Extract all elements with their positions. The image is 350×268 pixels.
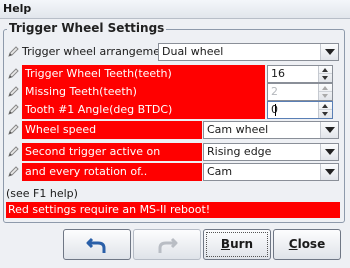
field-row-trigger-wheel-teeth: Trigger Wheel Teeth(teeth) 16 — [6, 65, 340, 83]
wheel-speed-select[interactable]: Cam wheel — [203, 121, 339, 139]
undo-button[interactable] — [63, 229, 131, 260]
chevron-down-icon[interactable] — [320, 44, 338, 60]
field-row-trigger-wheel-arrangement: Trigger wheel arrangement Dual wheel — [6, 43, 340, 61]
pencil-icon — [8, 124, 19, 135]
pencil-icon — [8, 86, 19, 97]
increment-arrow-icon[interactable] — [319, 102, 332, 110]
field-row-every-rotation-of: and every rotation of.. Cam — [6, 163, 340, 181]
field-row-tooth-1-angle: Tooth #1 Angle(deg BTDC) 0 — [6, 101, 340, 119]
field-label: Second trigger active on — [22, 143, 202, 161]
field-label: Trigger Wheel Teeth(teeth) — [22, 65, 265, 83]
field-label: Trigger wheel arrangement — [22, 45, 172, 58]
decrement-arrow-icon[interactable] — [319, 110, 332, 118]
help-hint: (see F1 help) — [6, 187, 78, 200]
reboot-warning: Red settings require an MS-II reboot! — [6, 202, 340, 218]
every-rotation-of-select[interactable]: Cam — [203, 163, 339, 181]
field-label: and every rotation of.. — [22, 163, 202, 181]
close-mnemonic: C — [288, 237, 298, 251]
decrement-arrow-icon[interactable] — [319, 74, 332, 82]
missing-teeth-spinner: 2 — [267, 83, 333, 101]
increment-arrow-icon — [319, 84, 332, 92]
pencil-icon — [8, 46, 19, 57]
field-row-missing-teeth: Missing Teeth(teeth) 2 — [6, 83, 340, 101]
pencil-icon — [8, 146, 19, 157]
select-value: Cam wheel — [207, 123, 269, 136]
field-label: Missing Teeth(teeth) — [22, 83, 265, 101]
select-value: Dual wheel — [162, 45, 224, 58]
spinner-buttons — [318, 102, 332, 118]
spinner-value[interactable]: 16 — [271, 66, 285, 82]
trigger-wheel-arrangement-select[interactable]: Dual wheel — [158, 43, 339, 61]
increment-arrow-icon[interactable] — [319, 66, 332, 74]
burn-label-rest: urn — [230, 237, 254, 251]
menu-help[interactable]: Help — [3, 2, 31, 15]
undo-arrow-icon — [86, 237, 106, 253]
spinner-value: 2 — [271, 85, 278, 98]
burn-button[interactable]: Burn — [203, 229, 271, 260]
select-value: Rising edge — [207, 145, 272, 158]
burn-mnemonic: B — [220, 237, 231, 251]
field-row-wheel-speed: Wheel speed Cam wheel — [6, 121, 340, 139]
pencil-icon — [8, 166, 19, 177]
trigger-wheel-teeth-spinner[interactable]: 16 — [267, 65, 333, 83]
redo-button — [133, 229, 201, 260]
field-row-second-trigger-active-on: Second trigger active on Rising edge — [6, 143, 340, 161]
field-label: Wheel speed — [22, 121, 202, 139]
close-button[interactable]: Close — [273, 229, 341, 260]
select-value: Cam — [207, 165, 233, 178]
chevron-down-icon[interactable] — [320, 122, 338, 138]
close-label-rest: lose — [297, 237, 326, 251]
spinner-buttons — [318, 84, 332, 100]
redo-arrow-icon — [158, 237, 178, 253]
menu-bar: Help — [0, 0, 350, 19]
chevron-down-icon[interactable] — [320, 144, 338, 160]
second-trigger-active-on-select[interactable]: Rising edge — [203, 143, 339, 161]
decrement-arrow-icon — [319, 92, 332, 100]
tooth-1-angle-spinner[interactable]: 0 — [267, 101, 333, 119]
pencil-icon — [8, 104, 19, 115]
spinner-buttons — [318, 66, 332, 82]
pencil-icon — [8, 68, 19, 79]
text-caret — [275, 104, 276, 116]
field-label: Tooth #1 Angle(deg BTDC) — [22, 101, 265, 119]
panel-title: Trigger Wheel Settings — [7, 21, 167, 35]
chevron-down-icon[interactable] — [320, 164, 338, 180]
